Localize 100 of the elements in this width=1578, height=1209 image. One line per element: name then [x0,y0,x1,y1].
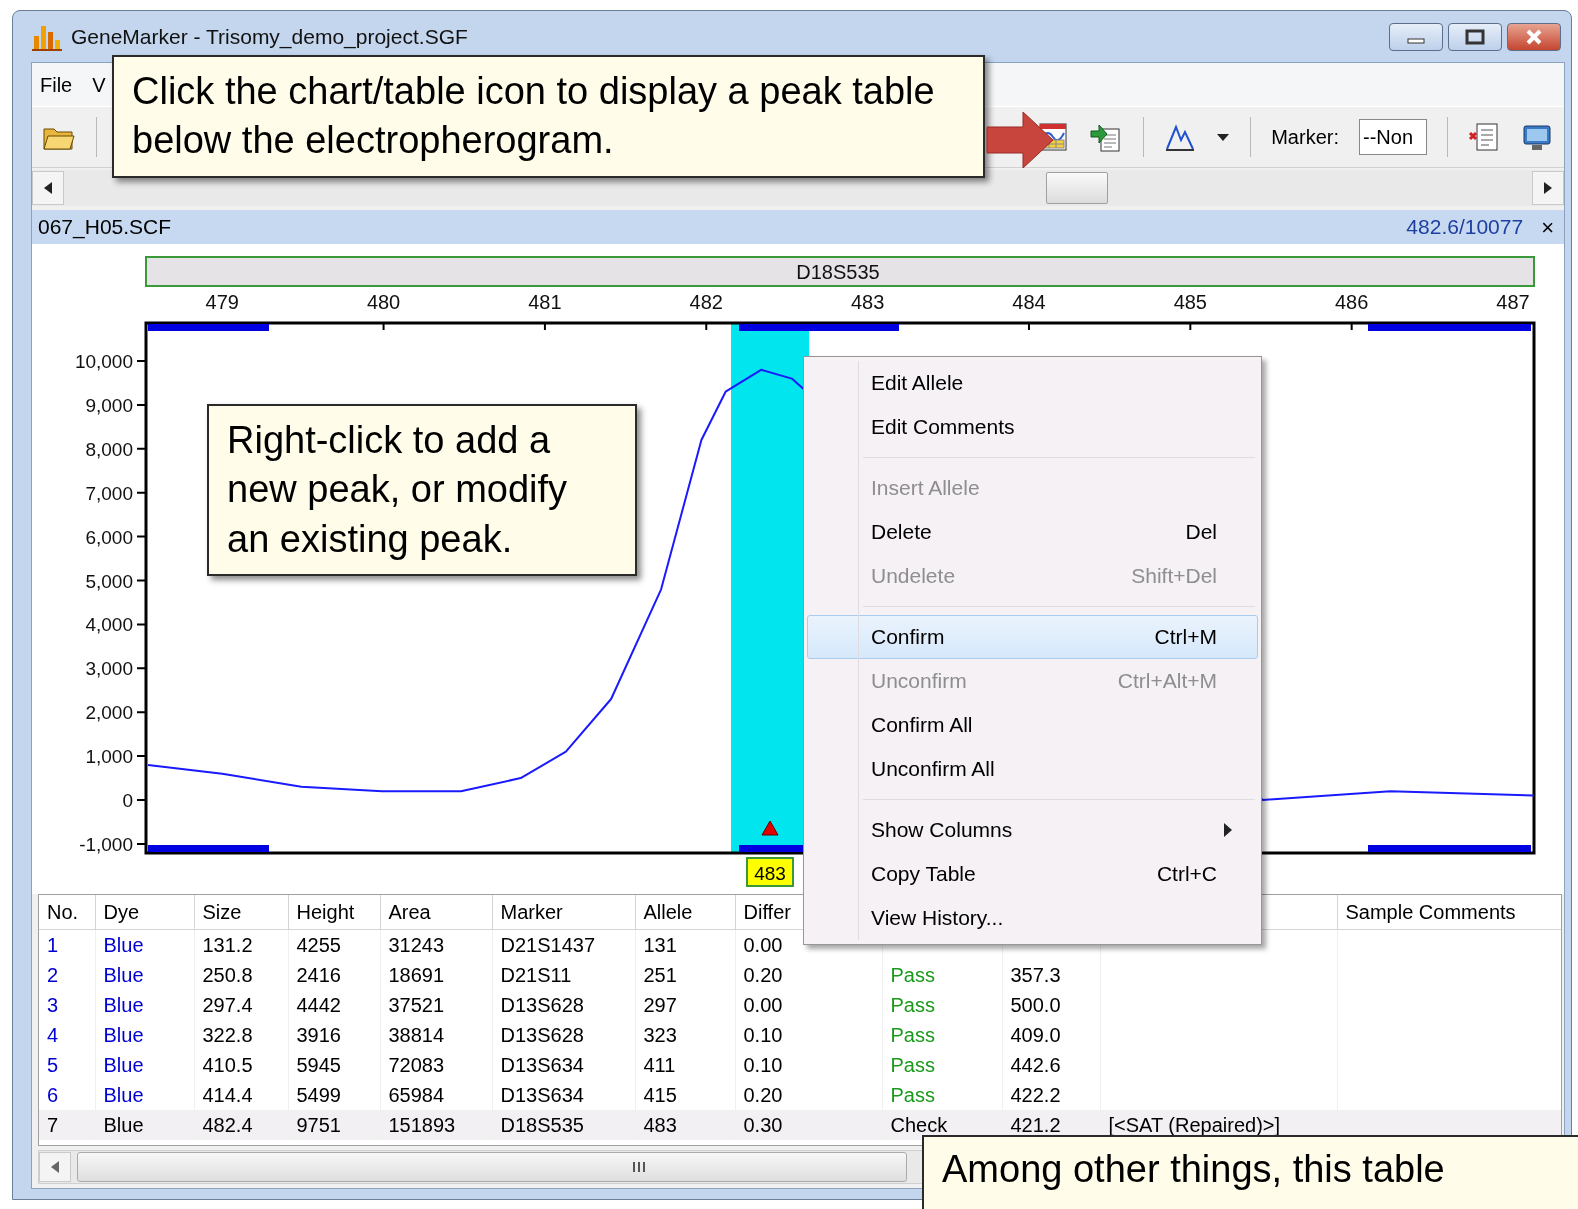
table-cell: 297.4 [194,989,288,1020]
table-cell: 414.4 [194,1079,288,1110]
marker-field[interactable]: --Non [1359,119,1427,155]
menu-item[interactable]: Copy Table Ctrl+C [807,852,1258,896]
scroll-thumb[interactable] [1046,172,1108,204]
menu-item[interactable]: Confirm Ctrl+M [807,615,1258,659]
menu-item[interactable]: Edit Allele [807,361,1258,405]
menu-item[interactable]: V [92,69,106,100]
scroll-left-button[interactable] [32,171,64,205]
report-icon[interactable] [1468,121,1500,153]
table-cell: 38814 [380,1019,492,1050]
table-cell: 5945 [288,1049,380,1080]
y-axis-label: 5,000 [85,570,133,592]
menu-item[interactable]: Show Columns [807,808,1258,852]
sample-file-name: 067_H05.SCF [38,214,172,241]
menu-item[interactable]: Edit Comments [807,405,1258,449]
caret-icon[interactable] [1216,132,1231,142]
table-cell: 6 [39,1079,95,1110]
close-button[interactable] [1507,22,1561,51]
table-cell: 9751 [288,1109,380,1140]
column-header[interactable]: Area [380,895,492,929]
table-row[interactable]: 7 Blue 482.4 9751 151893 D18S535 483 0.30 Check 421.2 [<SAT (Repaired)>] [39,1109,1561,1140]
table-cell: D21S1437 [492,929,635,960]
table-cell: 3 [39,989,95,1020]
table-cell: 2416 [288,959,380,990]
table-cell: 442.6 [1002,1049,1100,1080]
table-cell: 415 [635,1079,735,1110]
column-header[interactable]: Size [194,895,288,929]
table-cell: Blue [95,1079,194,1110]
callout-note: Among other things, this table [922,1135,1578,1209]
table-cell: Blue [95,1049,194,1080]
table-cell: 37521 [380,989,492,1020]
column-header[interactable]: No. [39,895,95,929]
column-header[interactable]: Allele [635,895,735,929]
x-axis-label: 484 [1012,291,1046,313]
table-cell: 5 [39,1049,95,1080]
table-cell: Pass [882,1019,1002,1050]
table-cell: D18S535 [492,1109,635,1140]
x-axis-label: 480 [366,291,401,313]
column-header[interactable]: Marker [492,895,635,929]
table-cell: D21S11 [492,959,635,990]
monitor-icon[interactable] [1520,122,1554,152]
y-axis-label: 1,000 [85,746,133,768]
table-cell: 323 [635,1019,735,1050]
x-axis-label: 487 [1496,291,1530,313]
table-cell: 31243 [380,929,492,960]
x-axis-label: 485 [1173,291,1207,313]
column-header[interactable]: Height [288,895,380,929]
table-cell: 131.2 [194,929,288,960]
arrow-left-icon [43,181,53,195]
menu-item[interactable]: Delete Del [807,510,1258,554]
menu-item[interactable]: File [40,69,73,100]
table-row[interactable]: 3 Blue 297.4 4442 37521 D13S628 297 0.00 Pass 500.0 [39,989,1561,1020]
y-axis-label: -1,000 [79,833,133,855]
y-axis-label: 0 [122,790,133,811]
scroll-thumb[interactable] [77,1152,907,1182]
table-cell: Pass [882,959,1002,990]
menu-item[interactable]: Confirm All [807,703,1258,747]
column-header[interactable]: Dye [95,895,194,929]
table-cell: 0.10 [735,1019,882,1050]
table-cell: 3916 [288,1019,380,1050]
minimize-icon [1407,37,1425,44]
table-cell: 72083 [380,1049,492,1080]
table-cell: 7 [39,1109,95,1140]
maximize-icon [1465,28,1485,45]
table-cell: 131 [635,929,735,960]
x-axis-label: 482 [689,291,723,313]
column-header[interactable]: Sample Comments [1337,895,1561,929]
y-axis-label: 10,000 [74,351,133,372]
table-row[interactable]: 4 Blue 322.8 3916 38814 D13S628 323 0.10 Pass 409.0 [39,1019,1561,1050]
close-sample-button[interactable]: × [1541,210,1554,244]
y-axis-label: 7,000 [85,482,133,504]
arrow-right-icon [1543,181,1553,195]
table-row[interactable]: 6 Blue 414.4 5499 65984 D13S634 415 0.20 Pass 422.2 [39,1079,1561,1110]
x-axis-label: 486 [1335,291,1369,313]
marker-name: D18S535 [796,261,880,283]
table-cell: 0.20 [735,959,882,990]
table-cell: Pass [882,989,1002,1020]
cursor-reading: 482.6/10077 [1406,214,1524,241]
table-cell: Blue [95,959,194,990]
table-cell: 0.20 [735,1079,882,1110]
scroll-right-button[interactable] [1532,171,1564,205]
y-axis-label: 8,000 [85,438,133,460]
table-cell: Pass [882,1049,1002,1080]
table-cell: Pass [882,1079,1002,1110]
table-row[interactable]: 2 Blue 250.8 2416 18691 D21S11 251 0.20 Pass 357.3 [39,959,1561,990]
maximize-button[interactable] [1448,22,1502,51]
x-axis-label: 479 [205,291,239,313]
table-cell: 2 [39,959,95,990]
menu-item[interactable]: Unconfirm All [807,747,1258,791]
callout-arrow [985,110,1055,170]
minimize-button[interactable] [1389,22,1443,51]
close-icon [1525,28,1543,45]
table-cell: 0.10 [735,1049,882,1080]
table-cell: 65984 [380,1079,492,1110]
table-cell: 482.4 [194,1109,288,1140]
table-row[interactable]: 5 Blue 410.5 5945 72083 D13S634 411 0.10 Pass 442.6 [39,1049,1561,1080]
table-cell: 0.00 [735,989,882,1020]
arrow-left-icon [50,1160,60,1174]
window-title: GeneMarker - Trisomy_demo_project.SGF [71,23,468,51]
